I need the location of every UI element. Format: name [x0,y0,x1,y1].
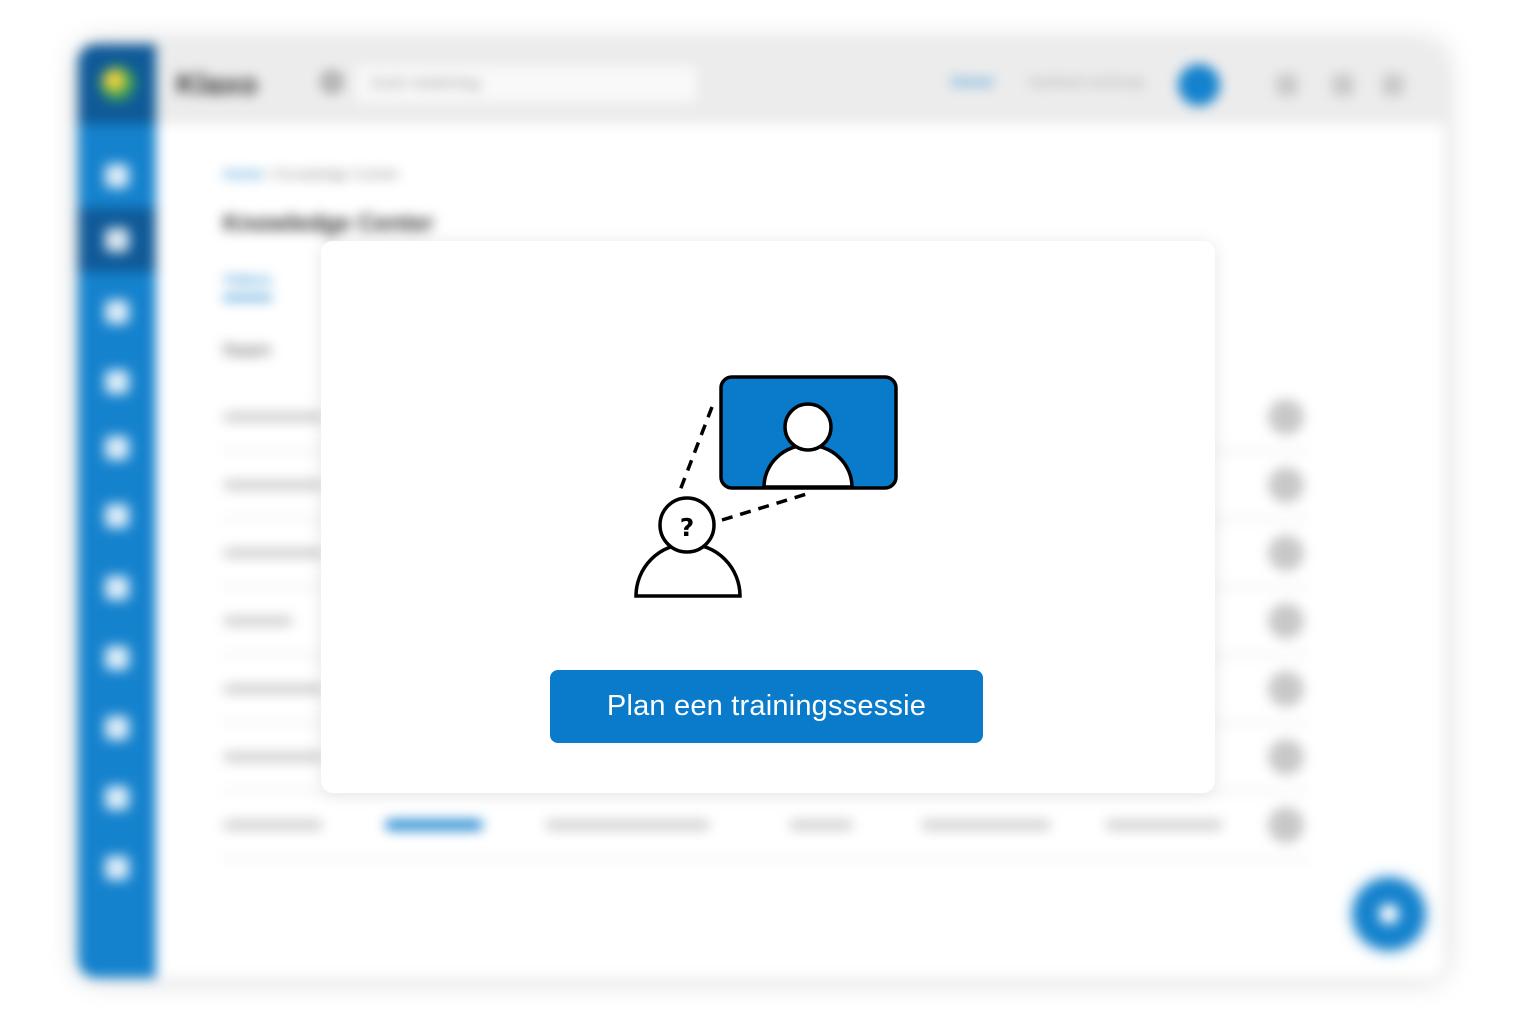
sidebar-item-settings[interactable] [78,626,156,690]
row-action-button[interactable] [1268,807,1304,843]
row-cell [789,820,853,830]
search-icon[interactable] [322,72,342,92]
top-bar: Klaxo Zoek relatie/tag Home Aanbod verko… [156,44,1444,124]
grid-icon[interactable] [1276,74,1298,96]
sidebar-item-documents[interactable] [78,280,156,344]
row-cell [223,752,323,762]
settings-icon [105,646,129,670]
app-title: Klaxo [176,68,258,101]
row-action-button[interactable] [1268,399,1304,435]
row-cell [223,480,323,490]
row-action-button[interactable] [1268,739,1304,775]
sidebar-item-contacts[interactable] [78,416,156,480]
help-icon[interactable] [1382,74,1404,96]
contacts-icon [105,436,129,460]
sidebar-item-list[interactable] [78,556,156,620]
connector-line [721,491,811,522]
row-cell [385,820,483,830]
chat-bubble-icon [1379,904,1399,924]
row-cell [223,820,323,830]
app-logo[interactable] [78,44,156,124]
question-mark-icon: ? [680,513,695,542]
chat-icon [105,856,129,880]
list-icon [105,576,129,600]
column-header-name: Naam [223,340,272,360]
notification-icon[interactable] [1332,74,1354,96]
home-icon [105,164,129,188]
top-link-aanbod[interactable]: Aanbod verkoop [1028,74,1145,92]
row-cell [921,820,1051,830]
breadcrumb: Home / Knowledge Center [223,166,399,183]
document-icon [105,300,129,324]
plan-training-session-button[interactable]: Plan een trainingssessie [550,670,983,743]
page-title: Knowledge Center [223,210,434,237]
row-cell [223,548,323,558]
sidebar-item-knowledge[interactable] [78,208,156,272]
search-input[interactable]: Zoek relatie/tag [356,66,696,102]
logo-icon [100,66,136,102]
help-chat-button[interactable] [1353,878,1425,950]
breadcrumb-separator: / [267,166,272,183]
breadcrumb-current: Knowledge Center [275,166,399,183]
tab-videos[interactable]: Videos [223,272,272,300]
training-modal: ? Plan een trainingssessie [321,241,1215,793]
inbox-icon [105,504,129,528]
table-row[interactable] [223,790,1308,860]
sidebar-item-inbox[interactable] [78,484,156,548]
screen-person-head [783,402,833,452]
row-cell [223,412,323,422]
row-cell [223,616,293,626]
connector-line [677,406,714,494]
chart-icon [105,786,129,810]
row-cell [223,684,323,694]
sidebar [78,44,156,978]
row-action-button[interactable] [1268,671,1304,707]
row-cell [1105,820,1223,830]
row-cell [545,820,710,830]
sidebar-item-edit[interactable] [78,350,156,414]
sidebar-item-home[interactable] [78,144,156,208]
sidebar-item-reports[interactable] [78,766,156,830]
mail-icon [105,716,129,740]
pencil-icon [105,370,129,394]
sidebar-item-mail[interactable] [78,696,156,760]
top-link-home[interactable]: Home [951,74,994,92]
breadcrumb-home[interactable]: Home [223,166,263,183]
sidebar-item-chat[interactable] [78,836,156,900]
row-action-button[interactable] [1268,603,1304,639]
knowledge-icon [105,228,129,252]
row-action-button[interactable] [1268,467,1304,503]
row-action-button[interactable] [1268,535,1304,571]
status-indicator[interactable] [1178,64,1220,106]
